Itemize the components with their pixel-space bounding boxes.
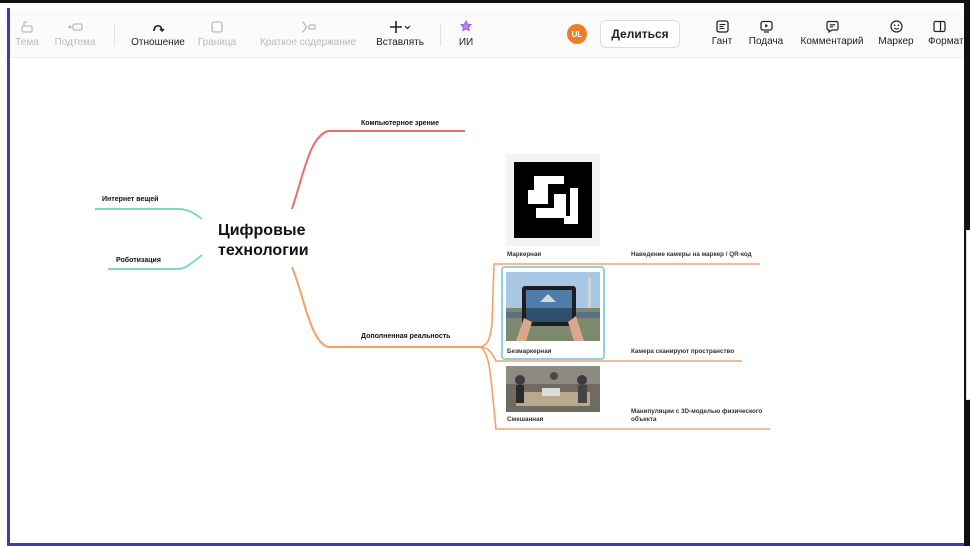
tool-subtopic-label: Подтема (54, 36, 96, 48)
ar-child-markered-note[interactable]: Наведение камеры на маркер / QR-код (631, 251, 752, 258)
topic-ar[interactable]: Дополненная реальность (361, 333, 450, 340)
tool-format[interactable]: Формат (928, 10, 964, 58)
mixed-reality-photo-icon (506, 366, 600, 412)
comment-icon (825, 20, 839, 33)
marker-icon (889, 20, 903, 33)
avatar[interactable]: UL (567, 24, 587, 44)
central-topic-line-1: Цифровые (218, 222, 306, 239)
pitch-icon (759, 20, 773, 33)
tool-ai[interactable]: ИИ (452, 10, 480, 58)
summary-icon (301, 20, 316, 33)
tool-ai-label: ИИ (458, 36, 474, 48)
topic-icon (21, 20, 33, 33)
tool-insert[interactable]: Вставлять (372, 10, 428, 58)
tool-comment[interactable]: Комментарий (797, 10, 867, 58)
tool-gantt[interactable]: Гант (707, 10, 737, 58)
tool-boundary-label: Граница (197, 36, 237, 48)
tool-summary-label: Краткое содержание (259, 36, 357, 48)
ar-child-markerless-label[interactable]: Безмаркерная (507, 348, 551, 355)
tool-topic-label: Тема (15, 36, 39, 48)
connector-computer-vision (291, 130, 465, 210)
tool-boundary[interactable]: Граница (194, 10, 240, 58)
connector-iot (95, 208, 203, 220)
share-button[interactable]: Делиться (600, 20, 680, 48)
tool-pitch-label: Подача (748, 36, 784, 47)
ar-child-markerless-note[interactable]: Камера сканируют пространство (631, 348, 734, 355)
relationship-icon (153, 24, 165, 32)
marker-image[interactable] (506, 154, 600, 246)
tool-subtopic[interactable]: Подтема (54, 10, 96, 58)
insert-icon (390, 20, 411, 33)
topic-iot[interactable]: Интернет вещей (102, 196, 158, 203)
mindmap-canvas[interactable]: Цифровые технологии Компьютерное зрение … (10, 59, 964, 543)
toolbar: Тема Подтема Отношение Граница Краткое с… (10, 10, 964, 58)
toolbar-divider (114, 24, 115, 46)
tool-insert-label: Вставлять (376, 36, 424, 48)
toolbar-divider (440, 24, 441, 46)
tool-relationship[interactable]: Отношение (128, 10, 188, 58)
tool-comment-label: Комментарий (800, 36, 864, 47)
mixed-reality-photo[interactable] (506, 366, 600, 412)
tool-gantt-label: Гант (711, 36, 733, 47)
central-topic-line-2: технологии (218, 242, 309, 259)
boundary-icon (211, 20, 223, 33)
topic-robotics[interactable]: Роботизация (116, 257, 161, 264)
ai-icon (459, 19, 473, 31)
tool-marker[interactable]: Маркер (876, 10, 916, 58)
tool-topic[interactable]: Тема (12, 10, 42, 58)
format-icon (933, 20, 946, 33)
tool-relationship-label: Отношение (131, 36, 185, 48)
tool-format-label: Формат (928, 36, 964, 47)
subtopic-icon (68, 22, 83, 31)
selected-node-outline (501, 266, 605, 360)
topic-computer-vision[interactable]: Компьютерное зрение (361, 120, 439, 127)
ar-child-mixed-note-line-2[interactable]: объекта (631, 416, 656, 423)
gantt-icon (715, 20, 729, 33)
tool-pitch[interactable]: Подача (746, 10, 786, 58)
tool-summary[interactable]: Краткое содержание (254, 10, 362, 58)
central-topic[interactable]: Цифровые технологии (218, 221, 309, 261)
qr-marker-icon (514, 162, 592, 238)
ar-child-mixed-label[interactable]: Смешанная (507, 416, 543, 423)
ar-child-mixed-note-line-1[interactable]: Манипуляции с 3D-моделью физического (631, 408, 762, 415)
tool-marker-label: Маркер (878, 36, 914, 47)
mindmap-connectors (95, 130, 770, 430)
ar-child-markered-label[interactable]: Маркерная (507, 251, 541, 258)
side-panel-handle[interactable] (966, 230, 970, 400)
